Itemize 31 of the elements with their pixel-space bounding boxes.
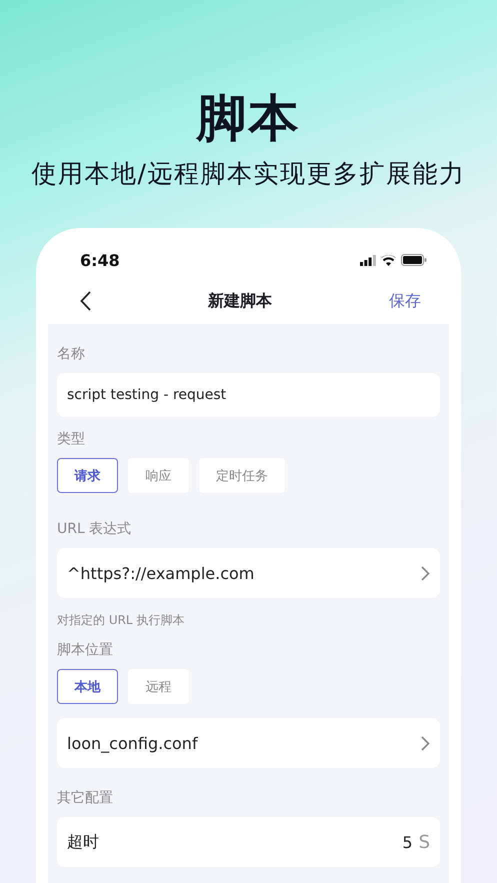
page-title: 脚本	[196, 88, 300, 149]
nav-title: 新建脚本	[208, 290, 272, 312]
setting-label: 超时	[67, 832, 99, 852]
row-value: loon_config.conf	[67, 734, 198, 752]
segment-option[interactable]: 请求	[57, 458, 118, 493]
hint-text: 对指定的 URL 执行脚本	[57, 612, 186, 628]
link-row[interactable]: ^https?://example.com	[57, 548, 440, 598]
section-label: URL 表达式	[57, 520, 132, 539]
chevron-right-icon	[421, 736, 430, 750]
row-value: ^https?://example.com	[67, 564, 254, 582]
section-label: 类型	[57, 430, 86, 449]
link-row[interactable]: loon_config.conf	[57, 718, 440, 768]
segment-option[interactable]: 远程	[128, 669, 189, 704]
name-field[interactable]: script testing - request	[57, 373, 440, 417]
unit-text: S	[418, 832, 430, 852]
signal-icon	[360, 254, 376, 266]
battery-icon	[401, 254, 427, 266]
segment-option[interactable]: 定时任务	[199, 458, 285, 493]
section-label: 其它配置	[57, 789, 114, 808]
setting-row[interactable]: 超时 5 S	[57, 817, 440, 867]
segment-option[interactable]: 本地	[57, 669, 118, 704]
section-label: 脚本位置	[57, 641, 114, 660]
chevron-right-icon	[421, 566, 430, 580]
section-label: 名称	[57, 345, 86, 364]
back-icon[interactable]	[80, 291, 91, 312]
status-time: 6:48	[80, 250, 120, 270]
page-subtitle: 使用本地/远程脚本实现更多扩展能力	[32, 158, 466, 190]
segment-option[interactable]: 响应	[128, 458, 189, 493]
save-button[interactable]: 保存	[389, 290, 421, 312]
setting-value: 5	[402, 832, 413, 852]
wifi-icon	[381, 254, 396, 266]
